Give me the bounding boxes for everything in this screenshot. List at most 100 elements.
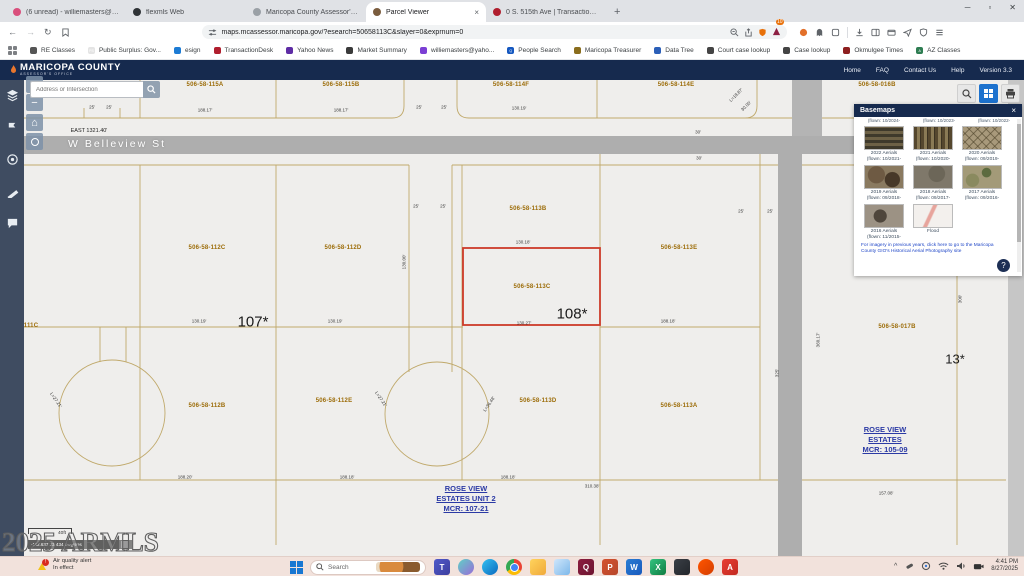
- split-screen-icon[interactable]: [871, 28, 880, 37]
- bookmark-item[interactable]: Court case lookup: [707, 47, 770, 54]
- browser-tab[interactable]: (6 unread) - williemasters@yahoo.c...: [6, 2, 126, 22]
- basemap-option[interactable]: 2017 Aerials(flown: 09/2016-: [959, 164, 1005, 201]
- forward-button[interactable]: →: [26, 27, 35, 37]
- back-button[interactable]: ←: [8, 27, 17, 37]
- basemap-gallery-icon[interactable]: [6, 153, 19, 166]
- home-extent-button[interactable]: ⌂: [26, 114, 43, 131]
- reload-button[interactable]: ↻: [44, 27, 52, 38]
- parcel-label[interactable]: 506-58-113D: [520, 398, 557, 404]
- tray-camera-icon[interactable]: [973, 561, 984, 571]
- parcel-label[interactable]: 506-58-112E: [316, 398, 353, 404]
- extension-orange-icon[interactable]: [799, 28, 808, 37]
- basemap-option[interactable]: 2020 Aerials(flown: 09/2019-: [959, 125, 1005, 162]
- wallet-icon[interactable]: [887, 28, 896, 37]
- directions-icon[interactable]: [6, 121, 19, 134]
- parcel-label[interactable]: 111C: [24, 323, 38, 329]
- header-nav-link[interactable]: Home: [844, 67, 861, 74]
- bookmark-item[interactable]: Yahoo News: [286, 47, 333, 54]
- zoom-out-icon[interactable]: [730, 28, 739, 37]
- parcel-label[interactable]: 506-58-112C: [189, 245, 226, 251]
- taskbar-app-quick-assist[interactable]: Q: [578, 559, 594, 575]
- basemap-option[interactable]: 2018 Aerials(flown: 09/2017-: [910, 164, 956, 201]
- browser-menu-icon[interactable]: [935, 28, 944, 37]
- header-nav-link[interactable]: Contact Us: [904, 67, 936, 74]
- taskbar-app-powerpoint[interactable]: P: [602, 559, 618, 575]
- print-button[interactable]: [1001, 84, 1020, 103]
- bookmark-item[interactable]: Market Summary: [346, 47, 406, 54]
- taskbar-app-edge[interactable]: [482, 559, 498, 575]
- parcel-label[interactable]: 506-58-017B: [878, 324, 915, 330]
- site-settings-icon[interactable]: [208, 28, 217, 37]
- layers-icon[interactable]: [6, 89, 19, 102]
- parcel-label[interactable]: 506-58-113E: [661, 245, 698, 251]
- taskbar-app-brave[interactable]: [698, 559, 714, 575]
- basemap-option[interactable]: Flood: [910, 203, 956, 240]
- extension-ghost-icon[interactable]: [815, 28, 824, 37]
- weather-alert-widget[interactable]: ! Air quality alert In effect: [38, 558, 91, 571]
- taskbar-app-photos[interactable]: [554, 559, 570, 575]
- new-tab-button[interactable]: +: [614, 6, 620, 18]
- parcel-label[interactable]: 506-58-113C: [514, 284, 551, 290]
- taskbar-app-chrome[interactable]: [506, 559, 522, 575]
- extension-box-icon[interactable]: [831, 28, 840, 37]
- bookmark-item[interactable]: williemasters@yaho...: [420, 47, 494, 54]
- parcel-label[interactable]: 506-58-112D: [325, 245, 362, 251]
- parcel-label[interactable]: 506-58-113A: [661, 403, 698, 409]
- taskbar-search[interactable]: Search: [310, 560, 426, 575]
- tab-close-icon[interactable]: ×: [474, 8, 479, 17]
- basemap-option[interactable]: 2019 Aerials(flown: 09/2018-: [861, 164, 907, 201]
- bookmark-item[interactable]: PS Public Surplus: Gov...: [88, 47, 161, 54]
- taskbar-app-excel[interactable]: X: [650, 559, 666, 575]
- tray-chevron-icon[interactable]: ^: [894, 563, 897, 570]
- parcel-label[interactable]: 506-58-016B: [858, 82, 895, 88]
- basemap-thumbnail[interactable]: [962, 165, 1002, 189]
- url-text[interactable]: maps.mcassessor.maricopa.gov/?esearch=50…: [222, 29, 725, 36]
- bookmark-item[interactable]: Q People Search: [507, 47, 561, 54]
- basemaps-toggle-button[interactable]: [979, 84, 998, 103]
- parcel-label[interactable]: 506-58-112B: [189, 403, 226, 409]
- bookmark-item[interactable]: Maricopa Treasurer: [574, 47, 641, 54]
- measure-icon[interactable]: [6, 185, 19, 198]
- basemap-thumbnail[interactable]: [864, 126, 904, 150]
- feedback-icon[interactable]: [6, 217, 19, 230]
- parcel-label[interactable]: 506-58-114E: [658, 82, 695, 88]
- header-nav-link[interactable]: FAQ: [876, 67, 889, 74]
- basemap-thumbnail[interactable]: [913, 165, 953, 189]
- basemap-thumbnail[interactable]: [913, 126, 953, 150]
- search-highlight-image[interactable]: [376, 562, 420, 572]
- bookmark-item[interactable]: esign: [174, 47, 201, 54]
- bookmark-icon[interactable]: [61, 28, 70, 37]
- tray-pen-icon[interactable]: [904, 561, 914, 571]
- basemaps-footer-link[interactable]: For imagery in previous years, click her…: [861, 243, 1003, 255]
- wifi-icon[interactable]: [938, 561, 949, 571]
- header-nav-link[interactable]: Version 3.3: [979, 67, 1012, 74]
- taskbar-clock[interactable]: 4:41 PM 8/27/2025: [991, 559, 1018, 573]
- mcr-plat-link[interactable]: ROSE VIEWESTATES UNIT 2MCR: 107-21: [436, 484, 495, 514]
- taskbar-app-file-explorer[interactable]: [530, 559, 546, 575]
- browser-tab[interactable]: 0 S. 515th Ave | TransactionDesk: [486, 2, 606, 22]
- window-minimize-button[interactable]: ─: [965, 3, 971, 12]
- panel-scrollbar[interactable]: [1017, 119, 1021, 272]
- map-search-tool-button[interactable]: [957, 84, 976, 103]
- taskbar-app-copilot[interactable]: [458, 559, 474, 575]
- basemap-thumbnail[interactable]: [864, 165, 904, 189]
- bookmark-item[interactable]: RE Classes: [30, 47, 75, 54]
- bookmark-item[interactable]: A AZ Classes: [916, 47, 960, 54]
- taskbar-app-acrobat[interactable]: A: [722, 559, 738, 575]
- browser-tab[interactable]: Maricopa County Assessor's Office: [246, 2, 366, 22]
- send-icon[interactable]: [903, 28, 912, 37]
- window-close-button[interactable]: ✕: [1009, 3, 1016, 12]
- basemap-option[interactable]: 2022 Aerials(flown: 10/2021-: [861, 125, 907, 162]
- volume-icon[interactable]: [956, 561, 966, 571]
- close-icon[interactable]: ×: [1011, 106, 1016, 115]
- basemap-option[interactable]: 2021 Aerials(flown: 10/2020-: [910, 125, 956, 162]
- header-nav-link[interactable]: Help: [951, 67, 964, 74]
- shield-check-icon[interactable]: [919, 28, 928, 37]
- parcel-label[interactable]: 506-58-115B: [323, 82, 360, 88]
- basemap-option[interactable]: 2016 Aerials(flown: 11/2015-: [861, 203, 907, 240]
- locate-button[interactable]: [26, 133, 43, 150]
- tray-onedrive-icon[interactable]: [921, 561, 931, 571]
- apps-grid-icon[interactable]: [8, 46, 17, 55]
- parcel-label[interactable]: 506-58-114F: [493, 82, 529, 88]
- bookmark-item[interactable]: Case lookup: [783, 47, 830, 54]
